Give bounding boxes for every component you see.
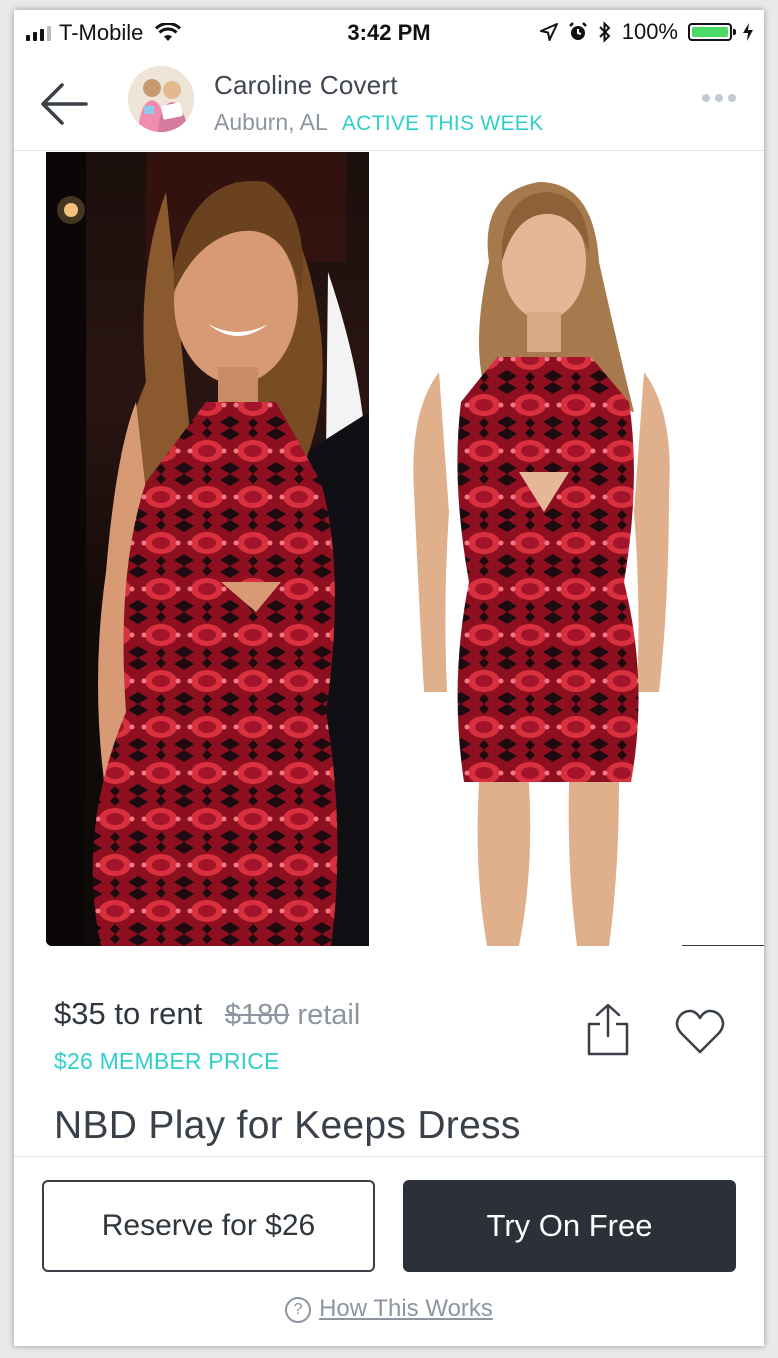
more-icon[interactable] <box>702 94 736 102</box>
retail-price: $180 <box>224 999 290 1031</box>
rent-price: $35 to rent <box>54 996 203 1031</box>
battery-icon <box>688 23 736 41</box>
battery-fill <box>692 27 728 37</box>
seller-name[interactable]: Caroline Covert <box>214 70 543 101</box>
member-price: $26 MEMBER PRICE <box>54 1048 280 1074</box>
bluetooth-icon <box>599 21 611 43</box>
location-arrow-icon <box>539 23 558 41</box>
photo-product-illustration <box>413 182 670 946</box>
seller-location: Auburn, AL <box>214 109 328 135</box>
status-bar: T-Mobile 3:42 PM 100% <box>14 10 764 54</box>
photo-product[interactable] <box>369 152 764 946</box>
retail-price-group: $180 retail <box>225 999 360 1031</box>
how-it-works-link[interactable]: How This Works <box>319 1295 493 1322</box>
seller-info: Caroline Covert Auburn, AL ACTIVE THIS WE… <box>214 70 543 136</box>
avatar-photo <box>128 66 194 132</box>
retail-label: retail <box>297 999 361 1031</box>
avatar[interactable] <box>128 66 194 132</box>
back-arrow-icon[interactable] <box>40 80 90 128</box>
phone-screen: T-Mobile 3:42 PM 100% Caroline Covert Au… <box>14 10 764 1346</box>
seller-header: Caroline Covert Auburn, AL ACTIVE THIS WE… <box>14 60 764 151</box>
charging-icon <box>743 23 753 41</box>
activity-badge: ACTIVE THIS WEEK <box>341 112 544 135</box>
divider <box>14 1156 764 1157</box>
product-title: NBD Play for Keeps Dress <box>54 1104 521 1147</box>
gallery-indicator <box>682 945 764 946</box>
seller-meta: Auburn, AL ACTIVE THIS WEEK <box>214 109 543 136</box>
question-icon: ? <box>285 1297 312 1323</box>
heart-icon[interactable] <box>674 1008 726 1056</box>
reserve-button[interactable]: Reserve for $26 <box>42 1180 375 1272</box>
try-on-free-button[interactable]: Try On Free <box>403 1180 736 1272</box>
photo-worn-illustration <box>46 152 369 946</box>
alarm-icon <box>568 22 587 40</box>
price-row: $35 to rent $180 retail <box>54 996 360 1032</box>
photo-worn[interactable] <box>46 152 369 946</box>
how-it-works: ? How This Works <box>14 1295 764 1323</box>
status-right: 100% <box>539 19 754 45</box>
battery-percent: 100% <box>621 19 678 44</box>
share-icon[interactable] <box>584 1002 632 1058</box>
